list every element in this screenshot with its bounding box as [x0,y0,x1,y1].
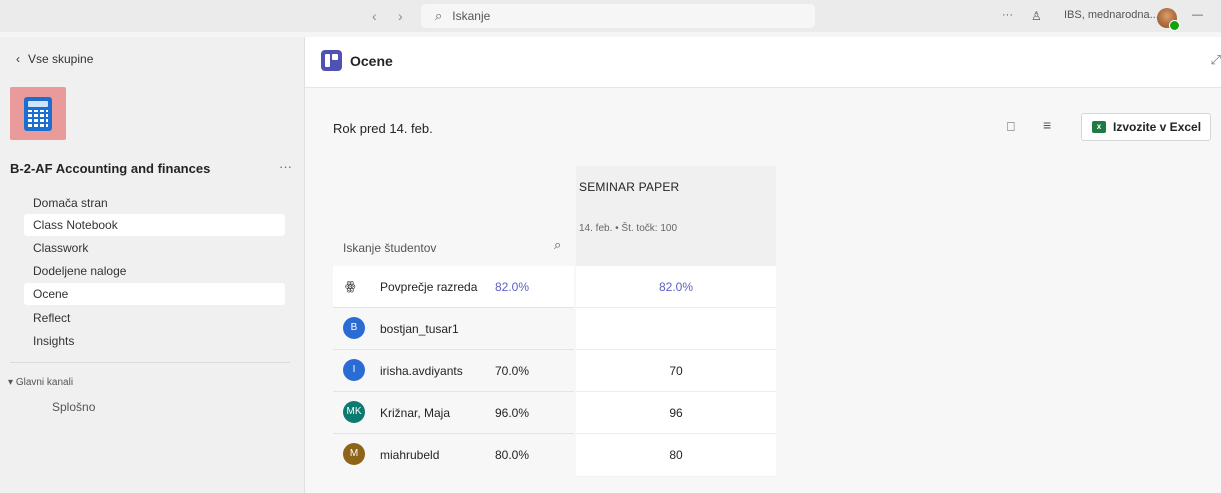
avatar: B [343,317,365,339]
export-label: Izvozite v Excel [1113,120,1202,134]
group-icon: ꙮ [345,279,356,293]
app-header: Ocene ⤢ [305,37,1221,88]
avatar: M [343,443,365,465]
table-row[interactable]: M miahrubeld 80.0% [333,434,574,476]
chevron-left-icon: ‹ [16,52,20,66]
assignment-meta: 14. feb. • Št. točk: 100 [579,223,678,234]
back-to-teams-link[interactable]: ‹ Vse skupine [16,52,93,66]
sidebar: ‹ Vse skupine B-2-AF Accounting and fina… [0,37,305,493]
channels-header[interactable]: ▾ Glavni kanali [8,377,73,388]
back-arrow-icon[interactable]: ‹ [372,8,377,24]
student-name: miahrubeld [380,448,440,462]
export-excel-button[interactable]: x Izvozite v Excel ⌄ [1081,113,1221,141]
grade-cell[interactable]: 96 [576,392,776,434]
bookmark-icon[interactable]: ⎕ [1007,119,1015,135]
expand-icon[interactable]: ⤢ [1211,52,1221,68]
table-row[interactable]: B bostjan_tusar1 [333,308,574,350]
assignment-title[interactable]: SEMINAR PAPER [579,180,679,194]
grade-cell[interactable]: 80 [576,434,776,476]
search-input[interactable]: ⌕ Iskanje [421,4,815,28]
class-average-percent: 82.0% [495,280,530,294]
student-percent: 96.0% [495,406,530,420]
grade-cell[interactable]: 70 [576,350,776,392]
people-icon[interactable]: ♙ [1031,9,1042,23]
sidebar-item-insights[interactable]: Insights [24,330,285,352]
sidebar-item-classwork[interactable]: Classwork [24,237,285,259]
student-search-input[interactable]: Iskanje študentov [343,241,436,255]
team-name: B-2-AF Accounting and finances [10,161,211,176]
grade-cell[interactable] [576,308,776,350]
student-percent: 80.0% [495,448,530,462]
class-average-row: ꙮ Povprečje razreda 82.0% [333,266,574,308]
team-avatar [10,87,66,140]
student-name: irisha.avdiyants [380,364,463,378]
page-title: Ocene [350,53,393,69]
team-more-icon[interactable]: ··· [279,159,292,174]
channels-header-label: Glavni kanali [15,377,74,388]
student-name: bostjan_tusar1 [380,322,459,336]
divider [10,362,290,363]
student-percent: 70.0% [495,364,530,378]
main-content: Ocene ⤢ Rok pred 14. feb. ⎕ ≡ x Izvozite… [305,37,1221,493]
sidebar-item-class-notebook[interactable]: Class Notebook [24,214,285,236]
forward-arrow-icon[interactable]: › [398,8,403,24]
org-name[interactable]: IBS, mednarodna... [1064,9,1159,21]
sidebar-item-assignments[interactable]: Dodeljene naloge [24,260,285,282]
minimize-icon[interactable]: — [1192,9,1203,21]
filter-icon[interactable]: ≡ [1043,117,1051,133]
top-bar: ‹ › ⌕ Iskanje ··· ♙ IBS, mednarodna... — [0,0,1221,32]
calculator-icon [24,96,52,131]
caret-down-icon: ▾ [8,377,14,388]
sidebar-item-reflect[interactable]: Reflect [24,307,285,329]
search-icon[interactable]: ⌕ [554,237,561,253]
search-icon: ⌕ [435,8,443,23]
table-row[interactable]: I irisha.avdiyants 70.0% [333,350,574,392]
table-row[interactable]: MK Križnar, Maja 96.0% [333,392,574,434]
avatar: I [343,359,365,381]
sidebar-item-home[interactable]: Domača stran [24,192,285,214]
student-name: Križnar, Maja [380,406,451,420]
grades-app-icon [321,50,342,71]
excel-icon: x [1092,121,1106,133]
class-average-score: 82.0% [576,266,776,308]
avatar: MK [343,401,365,423]
back-label: Vse skupine [28,52,94,66]
user-avatar[interactable] [1157,8,1180,31]
class-average-label: Povprečje razreda [380,280,478,294]
channel-general[interactable]: Splošno [52,400,95,414]
presence-available-icon [1169,20,1180,31]
search-placeholder: Iskanje [452,9,491,23]
more-options-icon[interactable]: ··· [1002,9,1013,21]
sidebar-item-grades[interactable]: Ocene [24,283,285,305]
due-filter-label: Rok pred 14. feb. [333,121,433,136]
